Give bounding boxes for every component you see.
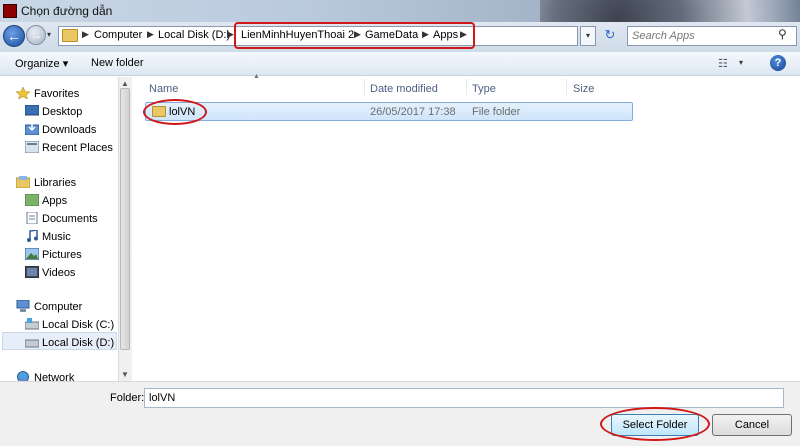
- column-divider[interactable]: [466, 79, 467, 95]
- row-type: File folder: [472, 106, 521, 118]
- help-icon[interactable]: ?: [770, 55, 786, 71]
- address-dropdown-icon[interactable]: ▾: [580, 26, 596, 46]
- new-folder-button[interactable]: New folder: [91, 57, 144, 69]
- drive-d-icon: [25, 339, 39, 348]
- breadcrumb-local-disk-d[interactable]: Local Disk (D:): [158, 29, 230, 41]
- folder-icon: [62, 29, 78, 42]
- scroll-down-icon[interactable]: ▼: [121, 370, 129, 379]
- forward-button[interactable]: →: [26, 25, 46, 45]
- back-button[interactable]: ←: [3, 25, 25, 47]
- nav-local-disk-d[interactable]: Local Disk (D:): [42, 337, 114, 349]
- chevron-right-icon[interactable]: ▶: [82, 29, 89, 40]
- search-icon[interactable]: ⚲: [778, 27, 794, 43]
- apps-library-icon: [25, 194, 39, 206]
- nav-desktop[interactable]: Desktop: [42, 106, 82, 118]
- drive-c-icon: [25, 318, 39, 330]
- address-highlight-annotation: [234, 22, 475, 49]
- breadcrumb-computer[interactable]: Computer: [94, 29, 142, 41]
- column-header-date[interactable]: Date modified: [370, 83, 438, 95]
- history-dropdown-icon[interactable]: ▾: [47, 30, 57, 42]
- refresh-icon[interactable]: ↻: [599, 26, 621, 46]
- nav-local-disk-c[interactable]: Local Disk (C:): [42, 319, 114, 331]
- nav-music[interactable]: Music: [42, 231, 71, 243]
- scroll-up-icon[interactable]: ▲: [121, 79, 129, 88]
- name-highlight-annotation: [143, 99, 207, 125]
- libraries-icon: [16, 176, 30, 188]
- window-title: Chọn đường dẫn: [21, 4, 113, 18]
- chevron-right-icon[interactable]: ▶: [147, 29, 154, 40]
- row-date: 26/05/2017 17:38: [370, 106, 456, 118]
- app-icon: [3, 4, 17, 18]
- organize-button[interactable]: Organize ▾: [15, 57, 68, 70]
- nav-computer[interactable]: Computer: [34, 301, 82, 313]
- nav-pictures[interactable]: Pictures: [42, 249, 82, 261]
- column-divider[interactable]: [364, 79, 365, 95]
- documents-icon: [26, 212, 38, 224]
- view-options-icon[interactable]: ☷: [718, 57, 732, 70]
- recent-places-icon: [25, 141, 39, 153]
- star-icon: [16, 87, 30, 99]
- videos-icon: [25, 266, 39, 278]
- sort-caret-icon: ▲: [253, 73, 260, 80]
- nav-recent-places[interactable]: Recent Places: [42, 142, 113, 154]
- nav-downloads[interactable]: Downloads: [42, 124, 96, 136]
- pictures-icon: [25, 248, 39, 260]
- chevron-right-icon[interactable]: ▶: [227, 29, 234, 40]
- nav-videos[interactable]: Videos: [42, 267, 75, 279]
- search-input[interactable]: [632, 29, 772, 43]
- column-header-type[interactable]: Type: [472, 83, 496, 95]
- computer-icon: [16, 300, 30, 312]
- nav-libraries[interactable]: Libraries: [34, 177, 76, 189]
- desktop-icon: [25, 105, 39, 116]
- nav-scrollbar-thumb[interactable]: [120, 88, 130, 350]
- select-highlight-annotation: [600, 407, 710, 441]
- nav-apps[interactable]: Apps: [42, 195, 67, 207]
- nav-favorites[interactable]: Favorites: [34, 88, 79, 100]
- column-header-size[interactable]: Size: [573, 83, 594, 95]
- cancel-button[interactable]: Cancel: [712, 414, 792, 436]
- column-header-name[interactable]: Name: [149, 83, 178, 95]
- column-divider[interactable]: [566, 79, 567, 95]
- music-icon: [27, 230, 38, 242]
- downloads-icon: [25, 123, 39, 135]
- nav-documents[interactable]: Documents: [42, 213, 98, 225]
- view-dropdown-icon[interactable]: ▾: [739, 58, 743, 67]
- folder-label: Folder:: [110, 392, 145, 404]
- file-list-pane: [133, 77, 800, 381]
- folder-input[interactable]: [144, 388, 784, 408]
